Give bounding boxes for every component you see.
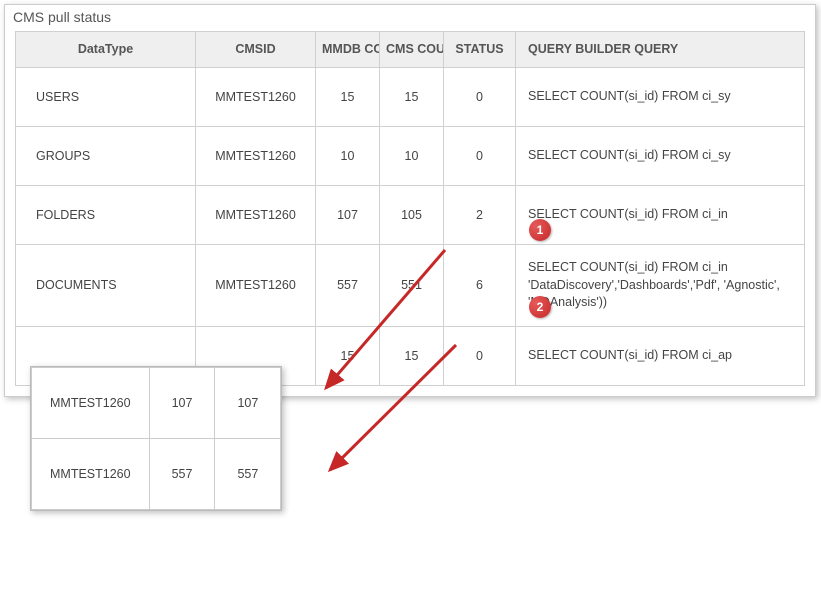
- overlay-cmsid: MMTEST1260: [32, 368, 150, 439]
- table-row: FOLDERS MMTEST1260 107 105 2 SELECT COUN…: [16, 186, 805, 245]
- cell-status: 0: [444, 68, 516, 127]
- cell-query: SELECT COUNT(si_id) FROM ci_in: [516, 186, 805, 245]
- col-cms: CMS COUNT: [380, 32, 444, 68]
- table-row: GROUPS MMTEST1260 10 10 0 SELECT COUNT(s…: [16, 127, 805, 186]
- col-datatype: DataType: [16, 32, 196, 68]
- cell-cmsid: MMTEST1260: [196, 186, 316, 245]
- status-table: DataType CMSID MMDB COUNT CMS COUNT STAT…: [15, 31, 805, 386]
- cell-cmsid: MMTEST1260: [196, 127, 316, 186]
- cell-cms: 105: [380, 186, 444, 245]
- cell-status: 6: [444, 245, 516, 327]
- col-mmdb: MMDB COUNT: [316, 32, 380, 68]
- cell-cms: 10: [380, 127, 444, 186]
- cell-datatype: FOLDERS: [16, 186, 196, 245]
- cell-cms: 15: [380, 68, 444, 127]
- cell-mmdb: 10: [316, 127, 380, 186]
- cell-mmdb: 15: [316, 326, 380, 385]
- overlay-row: MMTEST1260 557 557: [32, 439, 281, 510]
- overlay-val-a: 107: [149, 368, 215, 439]
- callout-badge-1: 1: [529, 219, 551, 241]
- cell-query: SELECT COUNT(si_id) FROM ci_sy: [516, 68, 805, 127]
- overlay-val-a: 557: [149, 439, 215, 510]
- panel-title: CMS pull status: [5, 5, 815, 31]
- cell-datatype: GROUPS: [16, 127, 196, 186]
- overlay-correction-table: MMTEST1260 107 107 MMTEST1260 557 557: [30, 366, 282, 511]
- table-row: USERS MMTEST1260 15 15 0 SELECT COUNT(si…: [16, 68, 805, 127]
- callout-badge-2: 2: [529, 296, 551, 318]
- cell-query: SELECT COUNT(si_id) FROM ci_sy: [516, 127, 805, 186]
- cell-query: SELECT COUNT(si_id) FROM ci_in 'DataDisc…: [516, 245, 805, 327]
- cell-status: 0: [444, 127, 516, 186]
- overlay-cmsid: MMTEST1260: [32, 439, 150, 510]
- cell-mmdb: 557: [316, 245, 380, 327]
- cms-pull-status-panel: CMS pull status DataType CMSID MMDB COUN…: [4, 4, 816, 397]
- cell-datatype: DOCUMENTS: [16, 245, 196, 327]
- col-cmsid: CMSID: [196, 32, 316, 68]
- cell-cms: 15: [380, 326, 444, 385]
- table-row: DOCUMENTS MMTEST1260 557 551 6 SELECT CO…: [16, 245, 805, 327]
- col-status: STATUS: [444, 32, 516, 68]
- cell-cmsid: MMTEST1260: [196, 245, 316, 327]
- badge-number: 2: [537, 300, 544, 314]
- overlay-row: MMTEST1260 107 107: [32, 368, 281, 439]
- cell-mmdb: 107: [316, 186, 380, 245]
- table-header-row: DataType CMSID MMDB COUNT CMS COUNT STAT…: [16, 32, 805, 68]
- overlay-val-b: 557: [215, 439, 281, 510]
- cell-status: 2: [444, 186, 516, 245]
- col-query: QUERY BUILDER QUERY: [516, 32, 805, 68]
- cell-status: 0: [444, 326, 516, 385]
- cell-cms: 551: [380, 245, 444, 327]
- cell-datatype: USERS: [16, 68, 196, 127]
- cell-query: SELECT COUNT(si_id) FROM ci_ap: [516, 326, 805, 385]
- cell-mmdb: 15: [316, 68, 380, 127]
- badge-number: 1: [537, 223, 544, 237]
- cell-cmsid: MMTEST1260: [196, 68, 316, 127]
- overlay-val-b: 107: [215, 368, 281, 439]
